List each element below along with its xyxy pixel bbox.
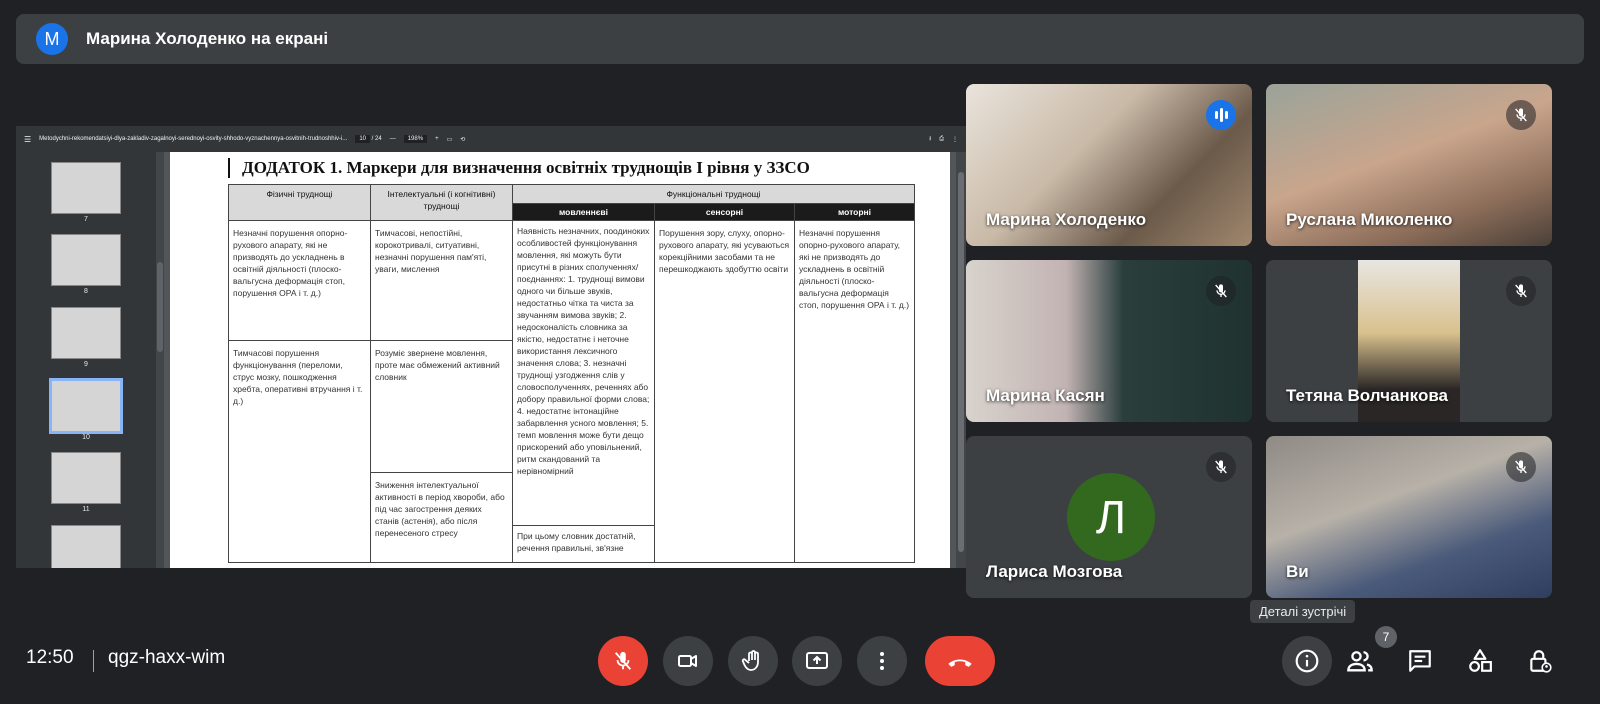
zoom-level[interactable]: 198% [403, 135, 428, 143]
page-current-input[interactable]: 10 [355, 135, 370, 143]
page-scrollbar[interactable] [956, 152, 966, 568]
page-thumbnail[interactable] [51, 525, 121, 568]
call-end-icon [948, 659, 972, 667]
speaking-indicator-icon [1206, 100, 1236, 130]
pdf-toolbar: ☰ Metodychni-rekomendatsiyi-dlya-zakladi… [16, 126, 966, 152]
lock-person-icon [1530, 650, 1552, 673]
header-sensory: сенсорні [654, 203, 795, 221]
header-motor: моторні [793, 203, 916, 221]
fit-page-icon[interactable]: ▭ [447, 136, 453, 143]
page-total: 24 [375, 136, 382, 142]
participant-tile[interactable]: Тетяна Волчанкова [1266, 260, 1552, 422]
pdf-page: ДОДАТОК 1. Маркери для визначення освітн… [170, 152, 950, 568]
pdf-filename: Metodychni-rekomendatsiyi-dlya-zakladiv-… [39, 136, 348, 142]
mic-off-icon [614, 651, 632, 670]
thumb-number: 8 [84, 288, 88, 295]
cell-r1-physical: Незначні порушення опорно-рухового апара… [228, 220, 371, 341]
participant-name: Ви [1286, 562, 1309, 581]
divider [93, 650, 94, 672]
participant-tile[interactable]: Л Лариса Мозгова [966, 436, 1252, 598]
chat-icon [1409, 650, 1431, 672]
header-functional: Функціональні труднощі [511, 184, 916, 204]
zoom-out-icon[interactable]: — [390, 136, 396, 142]
participant-name: Лариса Мозгова [986, 562, 1123, 581]
markers-table: Фізичні труднощі Інтелектуальні (і когні… [228, 184, 916, 563]
cell-motor: Незначні порушення опорно-рухового апара… [793, 220, 916, 563]
participant-avatar: Л [1067, 473, 1155, 561]
chat-button[interactable] [1400, 641, 1440, 681]
thumb-number: 7 [84, 216, 88, 223]
doc-title: ДОДАТОК 1. Маркери для визначення освітн… [228, 158, 810, 178]
shapes-icon [1469, 649, 1492, 672]
mic-off-icon [1506, 100, 1536, 130]
more-vert-icon [880, 652, 884, 670]
page-thumbnail[interactable] [51, 162, 121, 214]
participant-tile[interactable]: Марина Касян [966, 260, 1252, 422]
thumbnail-scrollbar[interactable] [156, 152, 164, 568]
page-thumbnail-selected[interactable] [49, 378, 123, 434]
presenter-avatar: M [36, 23, 68, 55]
presenter-title: Марина Холоденко на екрані [86, 29, 329, 48]
camera-toggle-button[interactable] [663, 636, 713, 686]
mic-off-icon [1206, 452, 1236, 482]
mic-off-icon [1506, 276, 1536, 306]
cell-r1-intellect: Тимчасові, непостійні, корокотривалі, си… [370, 220, 513, 341]
hand-icon [741, 650, 759, 671]
shared-screen: ☰ Metodychni-rekomendatsiyi-dlya-zakladi… [16, 126, 966, 568]
print-icon[interactable]: ⎙ [939, 136, 944, 143]
info-icon [1295, 649, 1319, 673]
participant-tile[interactable]: Ви [1266, 436, 1552, 598]
presenter-banner: M Марина Холоденко на екрані [16, 14, 1584, 64]
page-separator: / [371, 136, 374, 142]
cell-r2-physical: Тимчасові порушення функціонування (пере… [228, 340, 371, 563]
page-thumbnail[interactable] [51, 452, 121, 504]
leave-call-button[interactable] [925, 636, 995, 686]
thumbnail-panel: 7 8 9 10 11 [16, 152, 156, 568]
participant-tile[interactable]: Марина Холоденко [966, 84, 1252, 246]
download-icon[interactable]: ⭳ [929, 134, 931, 144]
host-controls-button[interactable] [1520, 641, 1560, 681]
participant-name: Руслана Миколенко [1286, 210, 1453, 229]
cell-sensory: Порушення зору, слуху, опорно-рухового а… [654, 220, 795, 563]
cell-speech-2: При цьому словник достатній, речення пра… [513, 525, 654, 558]
present-screen-button[interactable] [792, 636, 842, 686]
raise-hand-button[interactable] [728, 636, 778, 686]
rotate-icon[interactable]: ⟲ [460, 136, 465, 143]
people-count-badge: 7 [1375, 626, 1397, 648]
thumb-number: 9 [84, 361, 88, 368]
participant-name: Марина Холоденко [986, 210, 1147, 229]
meeting-details-tooltip: Деталі зустрічі [1250, 600, 1356, 623]
meeting-details-button[interactable] [1282, 636, 1332, 686]
cell-r2-intellect: Розуміє звернене мовлення, проте має обм… [370, 340, 513, 473]
participant-name: Марина Касян [986, 386, 1105, 405]
header-intellect: Інтелектуальні (і когнітивні) труднощі [370, 184, 513, 221]
mic-toggle-button[interactable] [598, 636, 648, 686]
meeting-code: qgz-haxx-wim [108, 647, 226, 668]
people-icon [1347, 651, 1373, 672]
thumb-number: 11 [82, 506, 90, 513]
more-icon[interactable]: ⋮ [952, 136, 958, 143]
thumb-number: 10 [82, 434, 90, 441]
mic-off-icon [1506, 452, 1536, 482]
cell-r3-intellect: Зниження інтелектуальної активності в пе… [370, 472, 513, 563]
participant-name: Тетяна Волчанкова [1286, 386, 1449, 405]
header-physical: Фізичні труднощі [228, 184, 371, 221]
page-indicator: 10 / 24 [355, 135, 382, 143]
participant-tile[interactable]: Руслана Миколенко [1266, 84, 1552, 246]
clock: 12:50 [26, 647, 74, 668]
menu-icon[interactable]: ☰ [24, 135, 31, 144]
people-button[interactable] [1340, 641, 1380, 681]
page-thumbnail[interactable] [51, 307, 121, 359]
cell-speech: Наявність незначних, поодиноких особливо… [517, 226, 650, 476]
more-options-button[interactable] [857, 636, 907, 686]
present-to-all-icon [806, 652, 828, 669]
header-speech: мовленнєві [512, 203, 655, 221]
zoom-in-icon[interactable]: + [435, 136, 439, 142]
videocam-icon [678, 655, 697, 667]
mic-off-icon [1206, 276, 1236, 306]
page-thumbnail[interactable] [51, 234, 121, 286]
activities-button[interactable] [1460, 641, 1500, 681]
